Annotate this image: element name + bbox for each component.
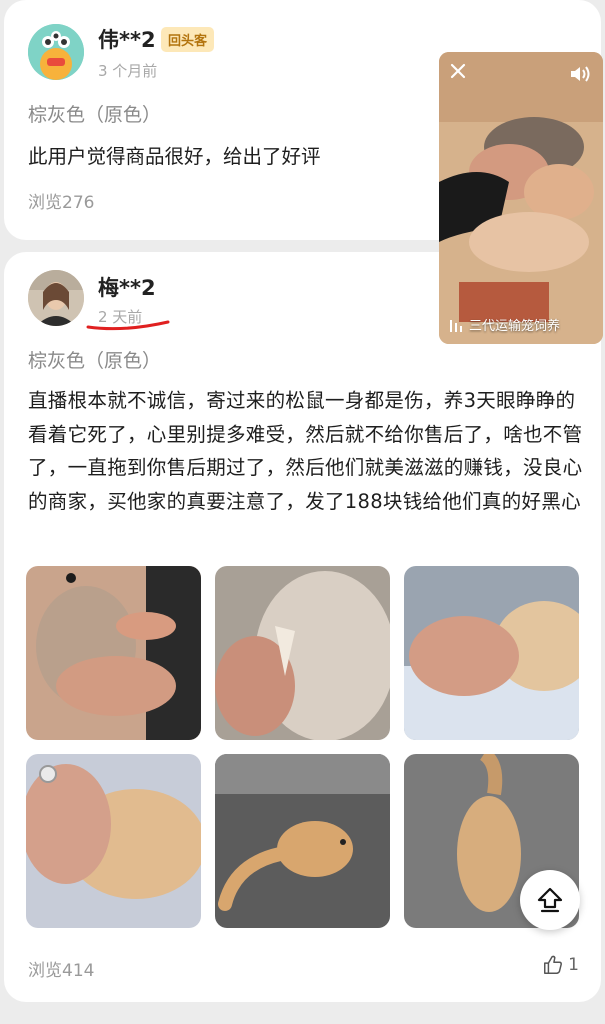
video-caption[interactable]: 三代运输笼饲养 [449,315,560,334]
like-count: 1 [568,955,579,975]
video-popup[interactable]: 三代运输笼饲养 [439,52,603,344]
username[interactable]: 伟**2 [98,24,156,54]
thumbs-up-icon [544,955,563,974]
scroll-to-top-button[interactable] [520,870,580,930]
view-count: 浏览414 [28,961,95,981]
video-caption-text: 三代运输笼饲养 [469,319,561,334]
repeat-customer-badge: 回头客 [161,27,215,52]
review-photo[interactable] [26,566,201,740]
review-card: 梅**2 2 天前 棕灰色（原色） 直播根本就不诚信，寄过来的松鼠一身都是伤，养… [4,252,601,1002]
review-text: 直播根本就不诚信，寄过来的松鼠一身都是伤，养3天眼睁睁的看着它死了，心里别提多难… [28,389,583,513]
username[interactable]: 梅**2 [98,272,156,302]
view-count: 浏览276 [28,193,95,213]
sound-on-icon[interactable] [569,64,593,84]
like-button[interactable]: 1 [542,954,579,976]
photo-grid [26,566,581,928]
review-photo[interactable] [215,754,390,928]
product-variant: 棕灰色（原色） [28,350,162,372]
review-photo[interactable] [404,566,579,740]
arrow-up-icon [537,887,563,913]
avatar[interactable] [28,270,84,326]
review-photo[interactable] [215,566,390,740]
close-icon[interactable] [449,62,467,80]
review-time: 3 个月前 [98,62,158,80]
bars-icon [450,319,462,332]
red-underline-annotation [86,320,170,331]
avatar[interactable] [28,24,84,80]
video-frame [439,52,603,344]
product-variant: 棕灰色（原色） [28,104,162,126]
review-text: 此用户觉得商品很好，给出了好评 [28,145,321,168]
review-photo[interactable] [26,754,201,928]
